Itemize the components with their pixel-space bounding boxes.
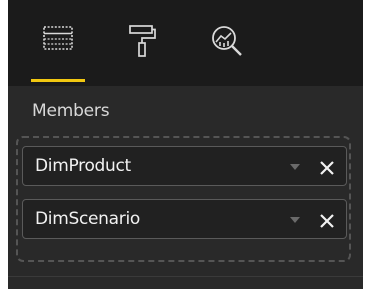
analytics-magnifier-icon <box>212 26 242 56</box>
tab-fields[interactable] <box>31 18 85 82</box>
member-label: DimScenario <box>35 209 140 229</box>
close-icon[interactable] <box>316 210 338 232</box>
member-label: DimProduct <box>35 156 131 176</box>
format-paint-roller-icon <box>129 25 156 57</box>
chevron-down-icon[interactable] <box>290 164 300 170</box>
divider <box>8 276 363 277</box>
member-field-dimproduct[interactable]: DimProduct <box>22 146 347 186</box>
active-tab-indicator <box>31 79 85 82</box>
member-field-dimscenario[interactable]: DimScenario <box>22 199 347 239</box>
fields-icon <box>43 26 73 50</box>
section-title-members: Members <box>32 101 110 121</box>
chevron-down-icon[interactable] <box>290 217 300 223</box>
pane-toolbar <box>8 0 363 86</box>
tab-format[interactable] <box>115 18 169 82</box>
visualizations-pane: Members DimProduct DimScenario <box>8 0 363 289</box>
close-icon[interactable] <box>316 157 338 179</box>
tab-analytics[interactable] <box>199 18 253 82</box>
